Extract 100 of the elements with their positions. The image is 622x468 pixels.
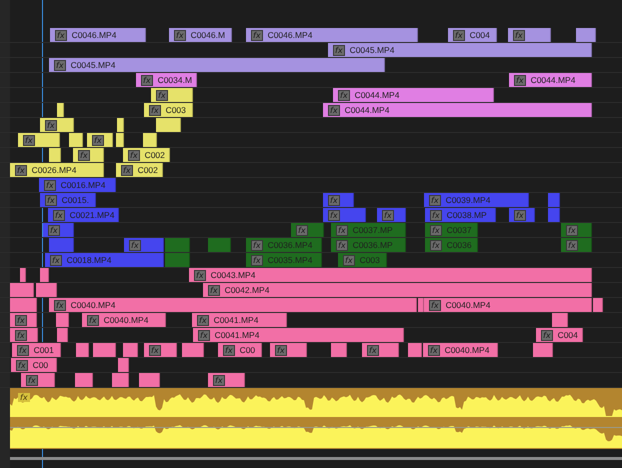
scroll-bar[interactable] [10,457,622,460]
video-clip[interactable] [552,313,568,327]
video-clip[interactable] [418,298,424,312]
video-clip[interactable]: fx C0034.M [136,73,197,87]
video-clip[interactable]: fx C0026.MP4 [10,163,104,177]
video-clip[interactable]: fx [323,208,366,222]
video-clip[interactable] [10,298,37,312]
video-clip[interactable]: fx C0046.MP4 [50,28,146,42]
video-clip[interactable] [76,343,89,357]
video-clip[interactable] [49,238,74,252]
video-clip[interactable]: fx C003 [338,253,387,267]
video-clip[interactable]: fx C0042.MP4 [203,283,592,297]
video-clip[interactable]: fx C0040.MP4 [424,298,592,312]
video-clip[interactable]: fx C0021.MP4 [48,208,119,222]
video-clip[interactable]: fx C002 [116,163,163,177]
video-clip[interactable]: fx C0038.MP [425,208,496,222]
video-clip[interactable] [331,343,347,357]
video-clip[interactable]: fx C0046.M [169,28,232,42]
video-clip[interactable] [56,313,69,327]
video-clip[interactable]: fx C0040.MP4 [423,343,498,357]
video-clip[interactable]: fx [508,28,551,42]
video-clip[interactable] [112,373,129,387]
video-clip[interactable] [57,328,68,342]
fx-badge: fx [429,194,441,206]
video-clip[interactable] [75,373,93,387]
video-clip[interactable] [20,268,26,282]
video-clip[interactable]: fx C0043.MP4 [189,268,592,282]
video-clip[interactable]: fx C001 [12,343,61,357]
video-clip[interactable]: fx C004 [536,328,583,342]
video-clip[interactable]: fx C0040.MP4 [49,298,417,312]
video-clip[interactable] [593,298,603,312]
video-clip[interactable]: fx C003 [144,103,193,117]
video-clip[interactable]: fx [21,373,55,387]
video-clip[interactable]: fx C0046.MP4 [246,28,418,42]
video-clip[interactable] [208,238,231,252]
video-clip[interactable]: fx C0036.MP [331,238,406,252]
video-clip[interactable] [123,343,138,357]
video-clip[interactable]: fx C0016.MP4 [39,178,116,192]
video-clip[interactable]: fx [323,193,354,207]
video-clip[interactable] [533,343,553,357]
video-clip[interactable]: fx C0041.MP4 [192,313,287,327]
audio-clip[interactable]: fx [10,388,622,449]
video-clip[interactable]: fx C00 [11,358,57,372]
video-clip[interactable] [57,103,64,117]
video-clip[interactable]: fx C0037.MP [331,223,406,237]
video-clip[interactable] [117,118,124,132]
video-clip[interactable]: fx [270,343,307,357]
video-clip[interactable]: fx [40,118,74,132]
video-clip[interactable]: fx [377,208,406,222]
video-clip[interactable]: fx [362,343,399,357]
video-clip[interactable] [165,238,190,252]
video-clip[interactable]: fx C0036 [425,238,478,252]
video-clip[interactable] [576,28,596,42]
video-clip[interactable]: fx C0015. [40,193,96,207]
video-clip[interactable] [139,373,160,387]
video-clip[interactable]: fx [10,328,38,342]
video-clip[interactable]: fx C00 [218,343,262,357]
video-clip[interactable]: fx C0035.MP4 [246,253,322,267]
video-clip[interactable] [36,283,57,297]
video-clip[interactable] [10,283,34,297]
fx-badge: fx [333,44,345,56]
video-clip[interactable] [548,193,560,207]
video-clip[interactable]: fx [509,208,535,222]
video-clip[interactable]: fx C0044.MP4 [333,88,494,102]
video-clip[interactable] [143,133,157,147]
video-clip[interactable]: fx [43,223,74,237]
video-clip[interactable]: fx [561,238,592,252]
video-clip[interactable]: fx [208,373,245,387]
video-clip[interactable] [182,343,204,357]
video-clip[interactable]: fx C0041.MP4 [193,328,404,342]
video-clip[interactable] [165,253,190,267]
video-clip[interactable] [408,343,422,357]
video-clip[interactable]: fx [10,313,37,327]
video-clip[interactable]: fx C0037 [425,223,478,237]
video-clip[interactable]: fx [18,133,60,147]
video-clip[interactable] [548,208,560,222]
video-clip[interactable] [40,268,49,282]
video-clip[interactable]: fx C0045.MP4 [328,43,592,57]
video-clip[interactable] [49,148,61,162]
video-clip[interactable]: fx C0045.MP4 [49,58,385,72]
video-clip[interactable]: fx C002 [123,148,170,162]
video-clip[interactable] [116,133,124,147]
video-clip[interactable]: fx [144,343,177,357]
video-clip[interactable]: fx C0040.MP4 [82,313,166,327]
video-clip[interactable]: fx C0044.MP4 [509,73,592,87]
video-clip[interactable]: fx [87,133,113,147]
video-clip[interactable] [156,118,181,132]
video-clip[interactable]: fx [151,88,193,102]
video-clip[interactable]: fx C0036.MP4 [246,238,322,252]
video-clip[interactable]: fx [73,148,104,162]
video-clip[interactable]: fx C0044.MP4 [323,103,592,117]
video-clip[interactable]: fx [561,223,592,237]
video-clip[interactable]: fx C004 [448,28,497,42]
video-clip[interactable]: fx C0018.MP4 [45,253,164,267]
video-clip[interactable] [118,358,129,372]
video-clip[interactable]: fx [124,238,164,252]
video-clip[interactable]: fx [291,223,324,237]
video-clip[interactable] [69,133,83,147]
video-clip[interactable]: fx C0039.MP4 [424,193,529,207]
video-clip[interactable] [93,343,116,357]
